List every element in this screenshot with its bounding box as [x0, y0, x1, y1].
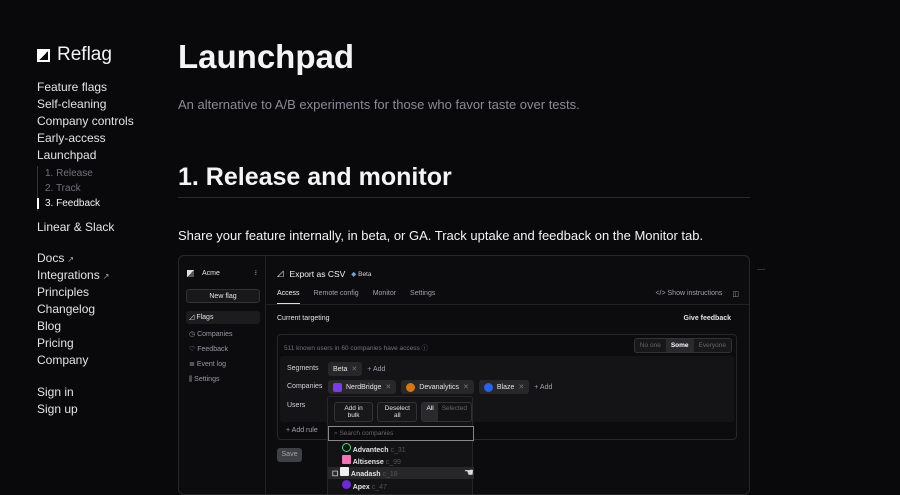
remove-icon[interactable]: ✕ [385, 383, 391, 391]
menu-flags[interactable]: ◿ Flags [186, 311, 260, 324]
app-screenshot: Acme ⁝ New flag ◿ Flags ◷ Companies ♡ Fee… [178, 255, 750, 495]
reflag-logo-icon [37, 48, 50, 62]
menu-event-log[interactable]: ≣ Event log [189, 358, 226, 371]
stage-badge: ◆ Beta [351, 270, 372, 278]
company-dropdown: Add in bulk Deselect all All Selected ⌕ S… [327, 396, 474, 494]
section-description: Share your feature internally, in beta, … [178, 228, 704, 243]
external-link-icon: ↗ [67, 255, 75, 264]
tab-remote-config[interactable]: Remote config [314, 290, 359, 304]
nav-main: Feature flags Self-cleaning Company cont… [37, 79, 134, 164]
remove-icon[interactable]: ✕ [518, 383, 524, 391]
clock-icon: ◷ [189, 331, 198, 338]
company-logo-icon [342, 443, 351, 452]
filter-all[interactable]: All [422, 403, 438, 421]
page-title: Launchpad [178, 38, 355, 75]
chevron-updown-icon: ⁝ [254, 270, 257, 277]
subnav-feedback[interactable]: 3. Feedback [36, 196, 100, 211]
code-icon: </> [655, 290, 668, 297]
company-logo-icon [342, 480, 351, 489]
menu-settings[interactable]: ⫼ Settings [189, 373, 219, 386]
nav-item-company-controls[interactable]: Company controls [37, 113, 134, 130]
add-segment-button[interactable]: + Add [367, 366, 385, 373]
brand-logo[interactable]: Reflag [37, 44, 112, 66]
segment-chip[interactable]: Beta ✕ [328, 362, 363, 376]
divider [757, 269, 765, 270]
add-in-bulk-button[interactable]: Add in bulk [334, 402, 374, 422]
page-lead: An alternative to A/B experiments for th… [178, 97, 580, 112]
nav-item-integrations[interactable]: Integrations ↗ [37, 267, 109, 284]
nav-item-launchpad[interactable]: Launchpad [37, 147, 134, 164]
org-logo-icon [187, 269, 194, 277]
remove-icon[interactable]: ✕ [351, 365, 357, 373]
nav-item-changelog[interactable]: Changelog [37, 301, 109, 318]
company-option[interactable]: Apex c_47 [342, 480, 387, 494]
segments-label: Segments [287, 365, 319, 372]
add-rule-button[interactable]: + Add rule [286, 427, 318, 434]
nav-item-pricing[interactable]: Pricing [37, 335, 109, 352]
company-option-highlighted[interactable]: ☐ Anadash c_18 [328, 467, 474, 479]
access-mode-toggle: No one Some Everyone [633, 338, 732, 353]
org-switcher[interactable]: Acme ⁝ [187, 269, 257, 277]
flag-name: Export as CSV [289, 268, 346, 279]
nav-item-self-cleaning[interactable]: Self-cleaning [37, 96, 134, 113]
panel-toggle-icon[interactable]: ◫ [732, 290, 739, 298]
subnav-track[interactable]: 2. Track [45, 181, 100, 196]
tab-settings[interactable]: Settings [410, 290, 435, 304]
sign-in-link[interactable]: Sign in [37, 384, 78, 401]
section-title: 1. Release and monitor [178, 163, 452, 191]
nav-item-company[interactable]: Company [37, 352, 109, 369]
log-icon: ≣ [189, 361, 197, 368]
new-flag-button[interactable]: New flag [186, 289, 260, 303]
tab-monitor[interactable]: Monitor [373, 290, 396, 304]
mode-no-one[interactable]: No one [635, 339, 666, 352]
app-main: ◿ Export as CSV ◆ Beta Access Remote conf… [266, 256, 749, 494]
menu-companies[interactable]: ◷ Companies [189, 328, 232, 341]
subnav-release[interactable]: 1. Release [45, 166, 100, 181]
tab-access[interactable]: Access [277, 290, 300, 304]
mode-everyone[interactable]: Everyone [694, 339, 731, 352]
show-instructions-button[interactable]: </> Show instructions [655, 290, 722, 298]
sign-up-link[interactable]: Sign up [37, 401, 78, 418]
nav-item-principles[interactable]: Principles [37, 284, 109, 301]
heart-icon: ♡ [189, 346, 198, 353]
checkbox[interactable]: ☐ [332, 471, 338, 478]
give-feedback-button[interactable]: Give feedback [684, 315, 731, 322]
company-logo-icon [406, 382, 416, 392]
deselect-all-button[interactable]: Deselect all [377, 402, 418, 422]
company-chip[interactable]: Blaze ✕ [478, 380, 530, 394]
company-chip[interactable]: Devanalytics ✕ [401, 380, 474, 394]
nav-item-linear-slack[interactable]: Linear & Slack [37, 219, 114, 236]
company-chip[interactable]: NerdBridge ✕ [328, 380, 397, 394]
search-companies-input[interactable]: ⌕ Search companies [328, 426, 474, 441]
menu-feedback[interactable]: ♡ Feedback [189, 343, 228, 356]
save-button[interactable]: Save [277, 448, 302, 462]
flag-icon: ◿ [277, 268, 284, 278]
access-summary: 511 known users in 60 companies have acc… [284, 345, 429, 352]
nav-item-blog[interactable]: Blog [37, 318, 109, 335]
company-logo-icon [333, 382, 342, 392]
external-link-icon: ↗ [102, 272, 110, 281]
nav-secondary: Docs ↗ Integrations ↗ Principles Changelog… [37, 250, 109, 369]
remove-icon[interactable]: ✕ [463, 383, 469, 391]
current-targeting-label: Current targeting [277, 315, 330, 322]
company-logo-icon [483, 382, 493, 392]
divider [178, 197, 750, 198]
company-logo-icon [340, 467, 350, 476]
nav-item-early-access[interactable]: Early-access [37, 130, 134, 147]
add-company-button[interactable]: + Add [534, 384, 552, 391]
divider [266, 304, 749, 305]
company-logo-icon [342, 455, 351, 464]
subnav: 1. Release 2. Track 3. Feedback [36, 166, 100, 211]
companies-label: Companies [287, 383, 323, 390]
nav-item-feature-flags[interactable]: Feature flags [37, 79, 134, 96]
filter-selected[interactable]: Selected [438, 403, 471, 421]
hand-cursor-icon: ☚ [464, 467, 474, 479]
nav-item-docs[interactable]: Docs ↗ [37, 250, 109, 267]
mode-some[interactable]: Some [665, 339, 694, 352]
users-label: Users [287, 402, 306, 409]
app-sidebar: Acme ⁝ New flag ◿ Flags ◷ Companies ♡ Fee… [179, 256, 266, 494]
